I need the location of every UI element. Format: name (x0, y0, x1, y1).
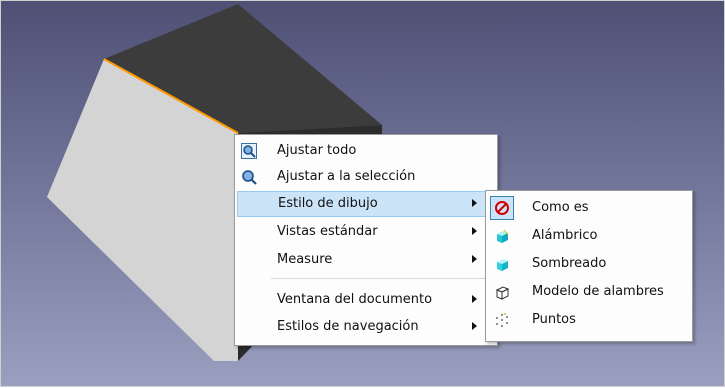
submenu-item-points[interactable]: Puntos (488, 307, 690, 333)
menu-item-label: Estilo de dibujo (278, 196, 378, 211)
context-menu: Ajustar todo Ajustar a la selección Esti… (234, 134, 498, 346)
submenu-item-label: Puntos (532, 312, 576, 327)
shaded-icon (494, 256, 510, 272)
fit-all-icon (241, 143, 257, 159)
as-is-icon (494, 200, 510, 216)
draw-style-submenu: Como es Alámbrico Sombreado Modelo de al… (485, 190, 693, 342)
submenu-arrow-icon (472, 199, 477, 207)
menu-item-fit-selection[interactable]: Ajustar a la selección (237, 164, 495, 190)
submenu-item-wireframe[interactable]: Modelo de alambres (488, 279, 690, 305)
submenu-item-label: Modelo de alambres (532, 284, 664, 299)
menu-item-label: Vistas estándar (277, 224, 378, 239)
submenu-item-as-is[interactable]: Como es (488, 195, 690, 221)
submenu-item-flat-lines[interactable]: Alámbrico (488, 223, 690, 249)
submenu-arrow-icon (472, 227, 477, 235)
submenu-item-label: Alámbrico (532, 228, 598, 243)
menu-item-standard-views[interactable]: Vistas estándar (237, 219, 495, 245)
submenu-arrow-icon (472, 255, 477, 263)
wireframe-icon (494, 284, 510, 300)
submenu-arrow-icon (472, 295, 477, 303)
menu-item-label: Estilos de navegación (277, 319, 419, 334)
menu-item-label: Measure (277, 252, 333, 267)
menu-item-label: Ventana del documento (277, 292, 433, 307)
menu-item-navigation-styles[interactable]: Estilos de navegación (237, 314, 495, 340)
menu-item-draw-style[interactable]: Estilo de dibujo (237, 191, 495, 217)
submenu-item-shaded[interactable]: Sombreado (488, 251, 690, 277)
menu-item-document-window[interactable]: Ventana del documento (237, 287, 495, 313)
menu-item-label: Ajustar todo (277, 143, 357, 158)
submenu-arrow-icon (472, 322, 477, 330)
menu-item-fit-all[interactable]: Ajustar todo (237, 138, 495, 164)
menu-item-label: Ajustar a la selección (277, 169, 416, 184)
submenu-item-label: Como es (532, 200, 589, 215)
points-icon (494, 312, 510, 328)
menu-separator (271, 278, 493, 279)
submenu-item-label: Sombreado (532, 256, 607, 271)
menu-item-measure[interactable]: Measure (237, 247, 495, 273)
fit-selection-icon (241, 169, 257, 185)
flat-lines-icon (494, 228, 510, 244)
